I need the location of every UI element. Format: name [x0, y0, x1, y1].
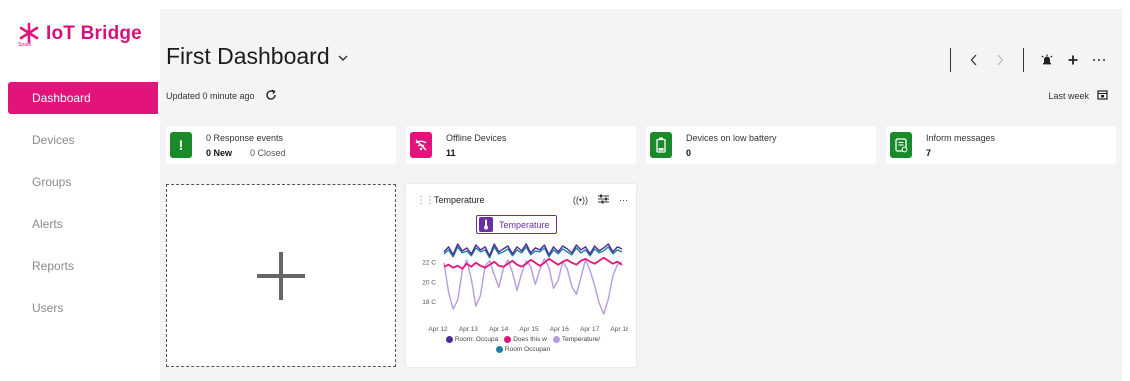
sidebar: Spark IoT Bridge Dashboard Devices Group… [0, 0, 160, 381]
card-offline-devices[interactable]: Offline Devices 11 [406, 126, 636, 164]
card-values: 11 [446, 148, 506, 158]
series-line-2 [443, 256, 623, 270]
sidebar-item-dashboard[interactable]: Dashboard [8, 82, 158, 114]
updated-status: Updated 0 minute ago [166, 89, 277, 103]
signal-icon[interactable]: ((•)) [573, 195, 588, 205]
main-content: First Dashboard Updated 0 minute ago Las… [160, 9, 1122, 381]
plus-icon [257, 251, 305, 300]
exclamation-icon: ! [170, 132, 192, 158]
plus-icon[interactable] [1060, 47, 1086, 73]
more-icon[interactable] [1086, 47, 1112, 73]
legend-swatch [445, 336, 453, 343]
card-response-events[interactable]: ! 0 Response events 0 New 0 Closed [166, 126, 396, 164]
card-values: 7 [926, 148, 995, 158]
sensor-filter-chip[interactable]: Temperature [476, 215, 557, 234]
sidebar-item-users[interactable]: Users [8, 292, 158, 324]
brand-logo[interactable]: Spark IoT Bridge [18, 22, 142, 50]
temperature-chart: 22 C 20 C 18 C Apr 12 Apr 13 Apr 14 Apr 15 Apr … [422, 243, 628, 333]
y-tick-label: 20 C [422, 279, 436, 286]
temperature-widget: ⋮⋮ Temperature ((•)) ··· Temperature 22 … [406, 184, 636, 367]
card-title: Offline Devices [446, 132, 507, 143]
card-body: 0 Response events 0 New 0 Closed [206, 133, 286, 158]
sidebar-item-reports[interactable]: Reports [8, 250, 158, 282]
wifi-off-icon [410, 132, 432, 158]
message-icon [890, 132, 912, 158]
alarm-icon[interactable] [1034, 47, 1060, 73]
x-tick-label: Apr 12 [428, 326, 448, 333]
legend-item[interactable]: Room Occupan [495, 346, 551, 353]
legend-label: Temperature/ [561, 336, 601, 343]
chevron-left-icon[interactable] [961, 47, 987, 73]
widget-actions: ((•)) ··· [563, 194, 628, 206]
legend-item[interactable]: Room: Occupa [445, 336, 499, 343]
legend-swatch [504, 336, 512, 343]
sidebar-item-alerts[interactable]: Alerts [8, 208, 158, 240]
card-title: 0 Response events [206, 132, 284, 143]
chevron-right-icon[interactable] [987, 47, 1013, 73]
x-tick-label: Apr 15 [519, 326, 539, 333]
card-value: 11 [446, 147, 456, 158]
battery-low-icon [650, 132, 672, 158]
chip-label: Temperature [499, 219, 550, 230]
spark-logo-icon: Spark [18, 22, 40, 50]
card-body: Devices on low battery 0 [686, 133, 777, 158]
legend-item[interactable]: Does this w [504, 336, 547, 343]
legend-swatch [495, 346, 503, 353]
legend-swatch [552, 336, 560, 343]
page-title: First Dashboard [166, 43, 330, 69]
x-tick-label: Apr 18 [610, 326, 628, 333]
legend-label: Room: Occupa [454, 336, 499, 343]
sidebar-item-groups[interactable]: Groups [8, 166, 158, 198]
date-range-label: Last week [1048, 90, 1089, 101]
sidebar-item-devices[interactable]: Devices [8, 124, 158, 156]
card-values: 0 [686, 148, 777, 158]
widget-header: ⋮⋮ Temperature ((•)) ··· [416, 194, 628, 206]
filter-settings-icon[interactable] [598, 194, 609, 206]
updated-text: Updated 0 minute ago [166, 91, 255, 101]
dashboard-toolbar [940, 47, 1112, 73]
toolbar-divider [1023, 48, 1024, 72]
x-tick-label: Apr 13 [459, 326, 479, 333]
more-icon[interactable]: ··· [619, 195, 628, 205]
date-range-picker[interactable]: Last week [1048, 89, 1108, 102]
refresh-icon[interactable] [265, 89, 277, 103]
x-tick-label: Apr 14 [489, 326, 509, 333]
legend-item[interactable]: Temperature/ [552, 336, 601, 343]
legend-label: Room Occupan [504, 346, 551, 353]
toolbar-divider [950, 48, 951, 72]
card-value-new: 0 New [206, 147, 233, 158]
brand-name: IoT Bridge [46, 23, 142, 44]
card-body: Offline Devices 11 [446, 133, 506, 158]
sidebar-nav: Dashboard Devices Groups Alerts Reports … [8, 82, 158, 334]
thermometer-icon [479, 217, 493, 232]
add-widget-button[interactable] [166, 184, 396, 367]
summary-cards: ! 0 Response events 0 New 0 Closed Offli… [166, 126, 1116, 164]
card-values: 0 New 0 Closed [206, 148, 286, 158]
calendar-icon [1097, 89, 1108, 102]
dashboard-selector[interactable]: First Dashboard [166, 43, 348, 70]
x-tick-label: Apr 17 [580, 326, 600, 333]
card-value: 7 [926, 147, 932, 158]
legend-label: Does this w [513, 336, 547, 343]
card-value-closed: 0 Closed [250, 147, 286, 158]
card-title: Devices on low battery [686, 132, 777, 143]
card-value: 0 [686, 147, 692, 158]
y-tick-label: 18 C [422, 299, 436, 306]
card-body: Inform messages 7 [926, 133, 995, 158]
card-inform-messages[interactable]: Inform messages 7 [886, 126, 1116, 164]
widget-title: Temperature [434, 195, 485, 205]
y-tick-label: 22 C [422, 260, 436, 267]
card-low-battery[interactable]: Devices on low battery 0 [646, 126, 876, 164]
drag-handle-icon[interactable]: ⋮⋮ [416, 195, 435, 206]
x-tick-label: Apr 16 [550, 326, 570, 333]
brand-sub: Spark [18, 42, 32, 48]
chart-legend: Room: Occupa Does this w Temperature/Room … [428, 336, 618, 356]
chevron-down-icon[interactable] [338, 50, 348, 64]
card-title: Inform messages [926, 132, 996, 143]
